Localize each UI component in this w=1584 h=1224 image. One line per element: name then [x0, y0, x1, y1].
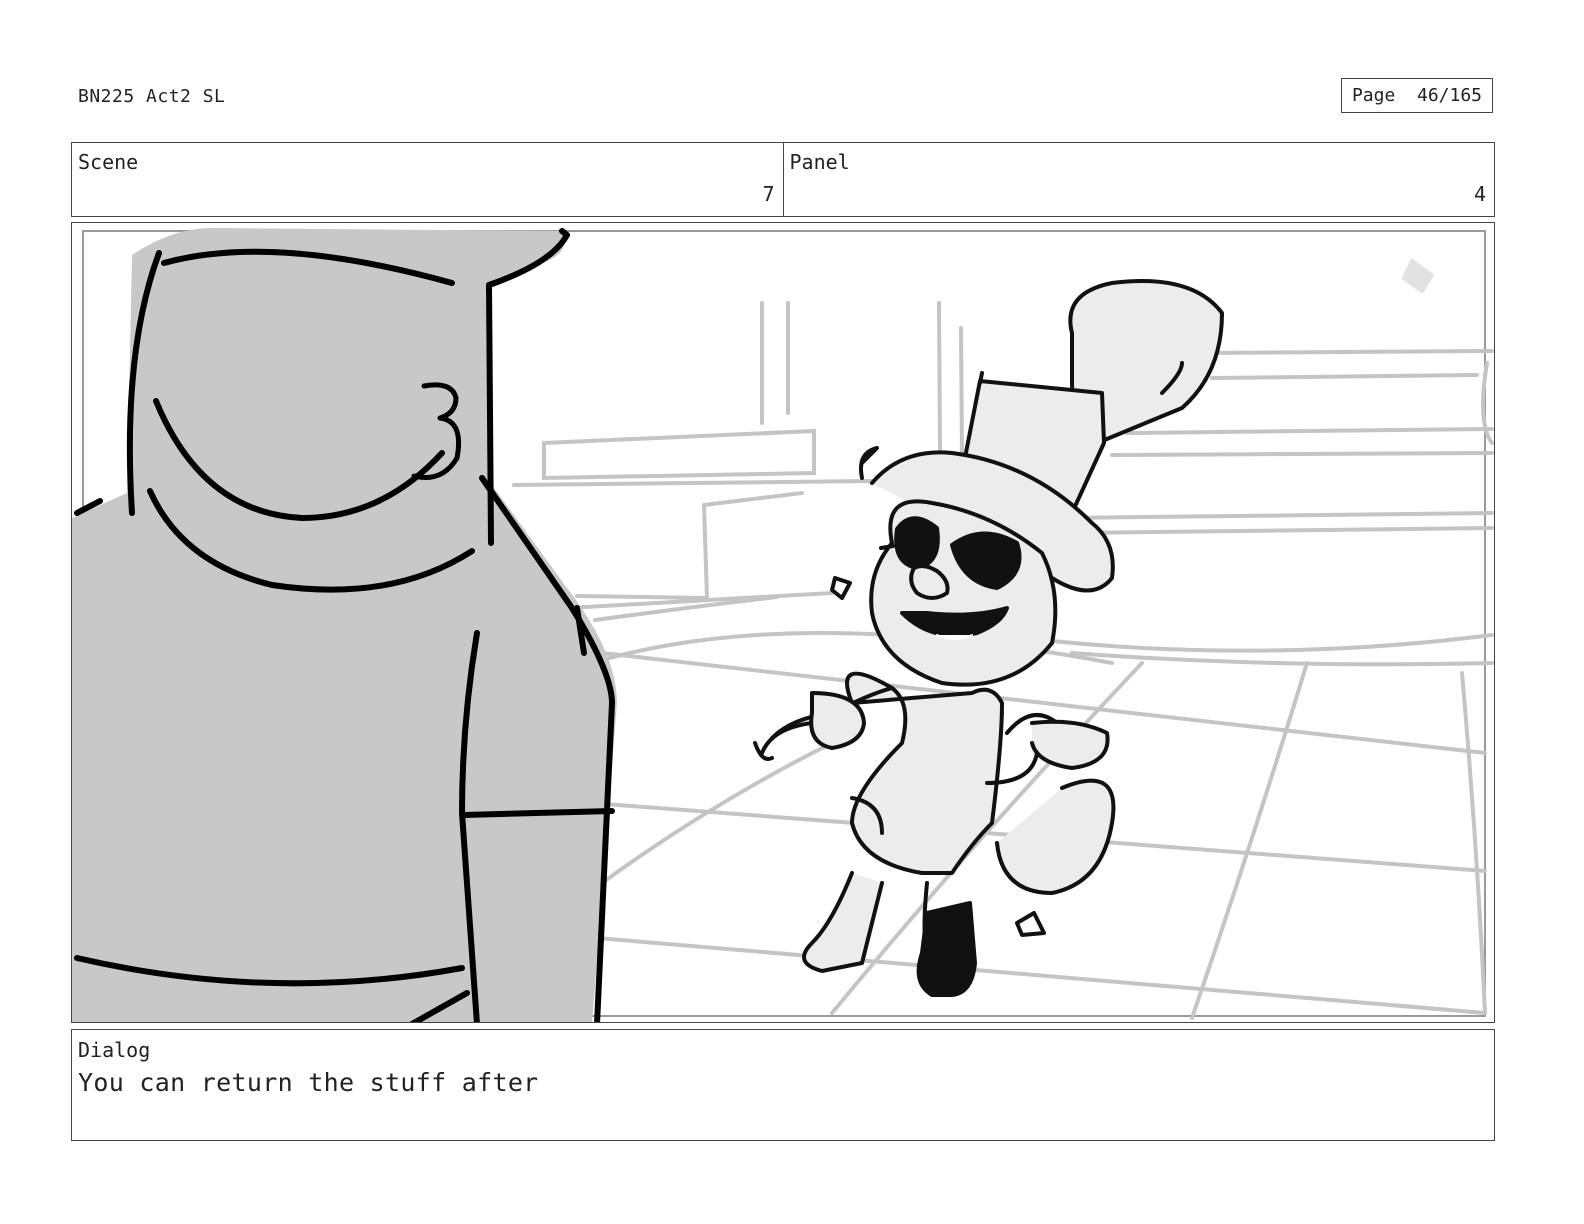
document-title: BN225 Act2 SL	[78, 86, 226, 107]
scene-label: Scene	[78, 150, 139, 174]
panel-value: 4	[1473, 182, 1486, 206]
scene-panel-row: Scene 7 Panel 4	[71, 142, 1495, 217]
dialog-box: Dialog You can return the stuff after	[71, 1029, 1495, 1141]
page-indicator: Page 46/165	[1341, 78, 1493, 113]
cartoon-character	[753, 279, 1224, 997]
storyboard-sketch	[72, 228, 1494, 1022]
foreground-character	[72, 228, 617, 1022]
storyboard-frame	[71, 222, 1495, 1023]
panel-cell: Panel 4	[782, 143, 1495, 216]
panel-label: Panel	[789, 150, 850, 174]
page-number: 46/165	[1417, 85, 1483, 106]
dialog-label: Dialog	[78, 1038, 151, 1062]
dialog-text: You can return the stuff after	[78, 1068, 539, 1097]
scene-cell: Scene 7	[72, 143, 783, 216]
scene-value: 7	[762, 182, 775, 206]
page-label: Page	[1351, 85, 1396, 106]
